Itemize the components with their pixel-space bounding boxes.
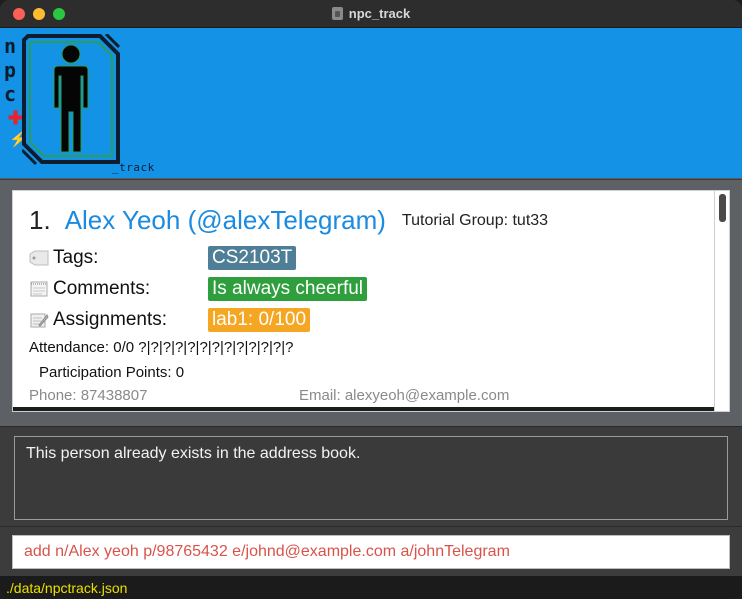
assignment-badge: lab1: 0/100 [208,308,311,332]
person-card[interactable]: 1. Alex Yeoh (@alexTelegram) Tutorial Grou… [12,190,715,412]
logo-suffix: _track [112,161,155,174]
app-document-icon [331,7,343,20]
person-index: 1. [29,205,51,235]
email-text: Email: alexyeoh@example.com [299,387,510,404]
logo-letters: n p c [4,34,24,106]
logo-letter: c [4,82,17,106]
save-file-path: ./data/npctrack.json [6,580,128,596]
result-display: This person already exists in the addres… [14,436,728,520]
result-message: This person already exists in the addres… [26,445,361,462]
assignments-row: Assignments: lab1: 0/100 [29,307,311,333]
scrollbar-thumb[interactable] [719,194,726,222]
tags-row: Tags: CS2103T [29,245,297,271]
window-title: npc_track [348,6,411,21]
logo-letter: n [4,34,17,58]
title-bar: npc_track [0,0,742,28]
status-bar: ./data/npctrack.json [0,576,742,599]
app-window: npc_track n p c ✚ ⚡ _track 1. Alex Yeoh (… [0,0,742,599]
list-scrollbar[interactable] [714,190,730,412]
window-title-area: npc_track [0,6,742,21]
comments-label: Comments: [53,278,151,299]
logo-header: n p c ✚ ⚡ _track [0,28,742,179]
health-plus-icon: ✚ [8,108,24,128]
tutorial-group: Tutorial Group: tut33 [401,212,549,229]
card-divider [13,407,714,411]
result-panel: This person already exists in the addres… [0,426,742,526]
person-name: Alex Yeoh (@alexTelegram) [64,205,386,235]
command-input[interactable] [12,535,730,569]
person-header: 1. Alex Yeoh (@alexTelegram) Tutorial Grou… [29,205,548,239]
attendance-text: Attendance: 0/0 ?|?|?|?|?|?|?|?|?|?|?|?|… [29,339,294,356]
tag-badge: CS2103T [208,246,297,270]
comment-badge: Is always cheerful [208,277,368,301]
comments-row: Comments: Is always cheerful [29,276,368,302]
person-list-panel: 1. Alex Yeoh (@alexTelegram) Tutorial Grou… [0,180,742,426]
participation-points: Participation Points: 0 [39,364,185,381]
tags-label: Tags: [53,247,99,268]
memo-pencil-icon [30,313,49,328]
person-silhouette-logo [22,34,120,166]
notepad-icon [30,281,48,297]
phone-text: Phone: 87438807 [29,387,148,404]
tag-icon [29,250,49,266]
assignments-label: Assignments: [53,309,168,330]
command-panel [0,526,742,576]
logo-letter: p [4,58,17,82]
